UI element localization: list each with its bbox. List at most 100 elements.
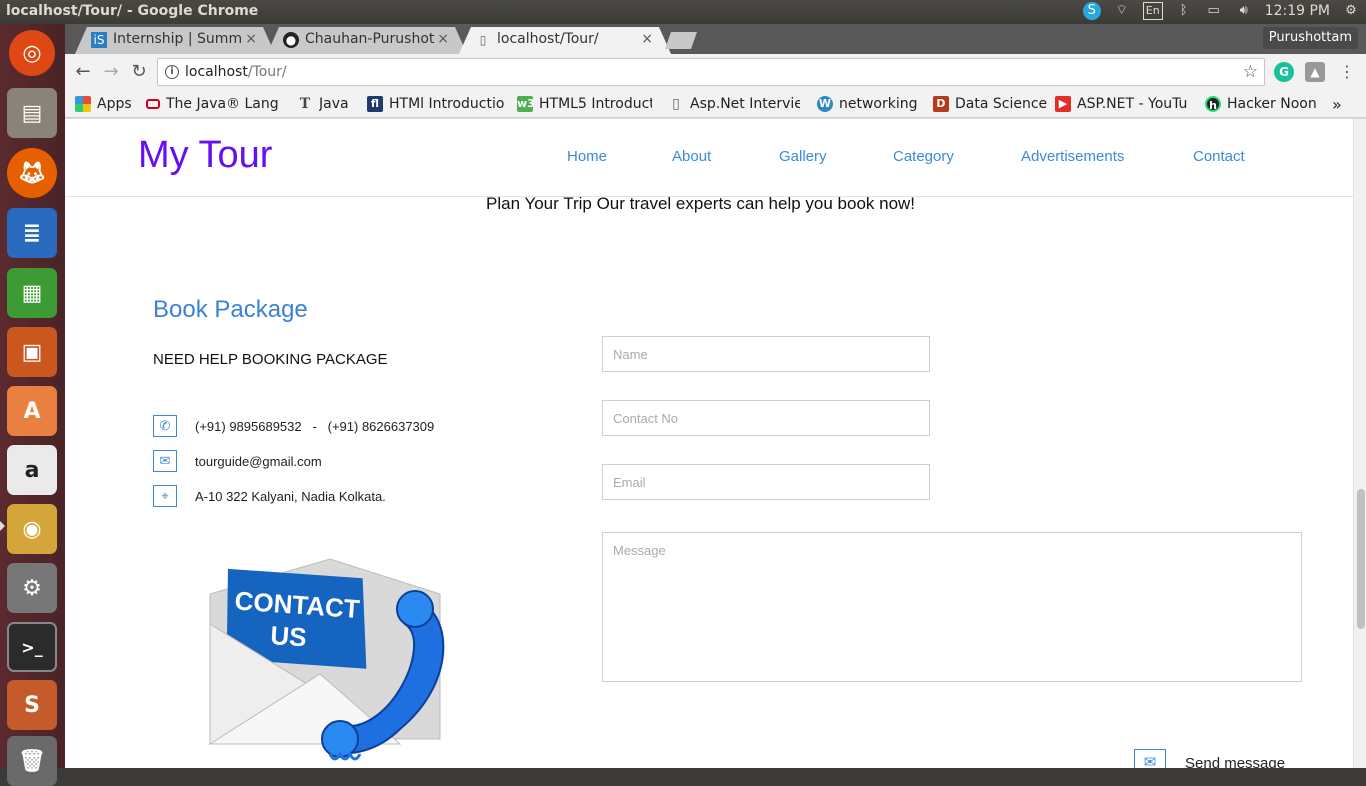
bookmark-apps[interactable]: Apps <box>75 94 132 114</box>
bookmark-label: Hacker Noon <box>1227 96 1317 112</box>
file-manager-icon[interactable]: ▤ <box>7 88 57 138</box>
browser-toolbar: ← → ↻ i localhost/Tour/ ☆ G ▲ ⋮ <box>65 54 1366 90</box>
grammarly-icon[interactable]: G <box>1274 62 1294 82</box>
tagline: Plan Your Trip Our travel experts can he… <box>486 194 916 213</box>
battery-icon[interactable]: ▭ <box>1205 2 1223 20</box>
close-tab-icon[interactable]: × <box>641 31 653 47</box>
tab-internship[interactable]: iS Internship | Summe × <box>75 27 275 54</box>
scrollbar-thumb[interactable] <box>1357 489 1365 629</box>
contact-number-input[interactable] <box>602 400 930 436</box>
writer-icon[interactable]: ≣ <box>7 208 57 258</box>
site-brand[interactable]: My Tour <box>138 134 272 177</box>
bookmark-networking[interactable]: W networking <box>817 94 918 114</box>
bookmark-hacker-noon[interactable]: h Hacker Noon <box>1205 94 1317 114</box>
wifi-icon[interactable]: ⌔ <box>1113 2 1131 20</box>
bookmark-java-language[interactable]: The Java® Langu <box>146 94 279 114</box>
forward-arrow-icon[interactable]: → <box>99 60 123 84</box>
bookmark-data-science[interactable]: D Data Science <box>933 94 1047 114</box>
profile-button[interactable]: Purushottam <box>1262 27 1358 49</box>
mail-icon: ✉ <box>153 450 177 472</box>
calc-icon[interactable]: ▦ <box>7 268 57 318</box>
impress-icon[interactable]: ▣ <box>7 327 57 377</box>
system-top-bar: localhost/Tour/ - Google Chrome S ⌔ En ᛒ… <box>0 0 1366 24</box>
bookmark-html5-intro[interactable]: w3 HTML5 Introduct <box>517 94 652 114</box>
bookmark-label: ASP.NET - YouTu <box>1077 96 1188 112</box>
fl-icon: fl <box>367 96 383 112</box>
github-icon: ● <box>283 32 299 48</box>
youtube-icon: ▶ <box>1055 96 1071 112</box>
terminal-icon[interactable]: >_ <box>7 622 57 672</box>
bluetooth-icon[interactable]: ᛒ <box>1175 2 1193 20</box>
message-textarea[interactable] <box>602 532 1302 682</box>
font-t-icon: T <box>299 96 311 112</box>
nav-home[interactable]: Home <box>567 148 607 165</box>
browser-window: iS Internship | Summe × ● Chauhan-Purush… <box>65 24 1366 768</box>
back-arrow-icon[interactable]: ← <box>71 60 95 84</box>
trash-icon[interactable]: 🗑︎ <box>7 736 57 786</box>
bookmark-label: HTML5 Introduct <box>539 96 652 112</box>
bookmark-aspnet-interview[interactable]: ▯ Asp.Net Intervie <box>668 94 800 114</box>
ubuntu-dash-icon[interactable]: ◎ <box>9 30 55 76</box>
site-navbar: My Tour Home About Gallery Category Adve… <box>65 119 1353 197</box>
phone-earpiece <box>396 590 434 628</box>
phone-icon: ✆ <box>153 415 177 437</box>
bookmark-aspnet-youtube[interactable]: ▶ ASP.NET - YouTu <box>1055 94 1190 114</box>
bookmark-label: Asp.Net Intervie <box>690 96 800 112</box>
send-message-button[interactable]: Send message <box>1185 755 1285 768</box>
firefox-icon[interactable]: 🦊︎ <box>7 148 57 198</box>
address-bar[interactable]: i localhost/Tour/ ☆ <box>157 58 1265 86</box>
nav-about[interactable]: About <box>672 148 711 165</box>
nav-advertisements[interactable]: Advertisements <box>1021 148 1124 165</box>
bookmark-label: Data Science <box>955 96 1048 112</box>
page-icon: ▯ <box>672 96 680 112</box>
url-host: localhost <box>185 64 248 80</box>
nav-contact[interactable]: Contact <box>1193 148 1245 165</box>
book-package-heading: Book Package <box>153 296 308 323</box>
url-path: /Tour/ <box>247 64 287 80</box>
extension-icon[interactable]: ▲ <box>1305 62 1325 82</box>
tab-localhost[interactable]: ▯ localhost/Tour/ × <box>459 27 671 54</box>
volume-icon[interactable]: 🔊︎ <box>1235 2 1253 20</box>
bookmark-label: Java <box>319 96 349 112</box>
active-app-indicator <box>0 521 5 531</box>
system-settings-icon[interactable]: ⚙ <box>7 563 57 613</box>
new-tab-button[interactable] <box>665 32 697 49</box>
url-text[interactable]: localhost/Tour/ <box>185 64 287 80</box>
software-center-icon[interactable]: A <box>7 386 57 436</box>
chrome-icon[interactable]: ◉ <box>7 504 57 554</box>
apps-grid-icon <box>75 96 91 112</box>
bookmark-html-intro[interactable]: fl HTMl Introductio <box>367 94 504 114</box>
settings-gear-icon[interactable]: ⚙ <box>1342 2 1360 20</box>
email-address[interactable]: tourguide@gmail.com <box>195 454 322 469</box>
menu-dots-icon[interactable]: ⋮ <box>1335 60 1359 84</box>
nav-gallery[interactable]: Gallery <box>779 148 827 165</box>
close-tab-icon[interactable]: × <box>245 31 257 47</box>
internshala-icon: iS <box>91 32 107 48</box>
skype-icon[interactable]: S <box>1082 2 1101 20</box>
bookmarks-overflow-button[interactable]: » <box>1332 94 1342 114</box>
amazon-icon[interactable]: a <box>7 445 57 495</box>
location-pin-icon: ⌖ <box>153 485 177 507</box>
hackernoon-icon: h <box>1205 96 1221 112</box>
send-mail-icon[interactable]: ✉ <box>1134 749 1166 768</box>
keyboard-layout-indicator[interactable]: En <box>1142 2 1163 20</box>
clock[interactable]: 12:19 PM <box>1265 3 1330 19</box>
bookmark-label: Apps <box>97 96 132 112</box>
tab-github[interactable]: ● Chauhan-Purushott × <box>267 27 467 54</box>
bookmark-java[interactable]: T Java <box>297 94 349 114</box>
email-input[interactable] <box>602 464 930 500</box>
page-viewport: My Tour Home About Gallery Category Adve… <box>65 119 1366 768</box>
bookmark-star-icon[interactable]: ☆ <box>1243 62 1258 82</box>
need-help-subheading: NEED HELP BOOKING PACKAGE <box>153 351 388 368</box>
name-input[interactable] <box>602 336 930 372</box>
sublime-icon[interactable]: S <box>7 680 57 730</box>
reload-icon[interactable]: ↻ <box>127 60 151 84</box>
page-scrollbar[interactable] <box>1353 119 1366 768</box>
close-tab-icon[interactable]: × <box>437 31 449 47</box>
wordpress-icon: W <box>817 96 833 112</box>
oracle-icon <box>146 99 160 109</box>
window-title: localhost/Tour/ - Google Chrome <box>6 3 259 19</box>
site-info-icon[interactable]: i <box>165 65 179 79</box>
nav-category[interactable]: Category <box>893 148 954 165</box>
contact-us-illustration: CONTACT US <box>208 558 445 761</box>
